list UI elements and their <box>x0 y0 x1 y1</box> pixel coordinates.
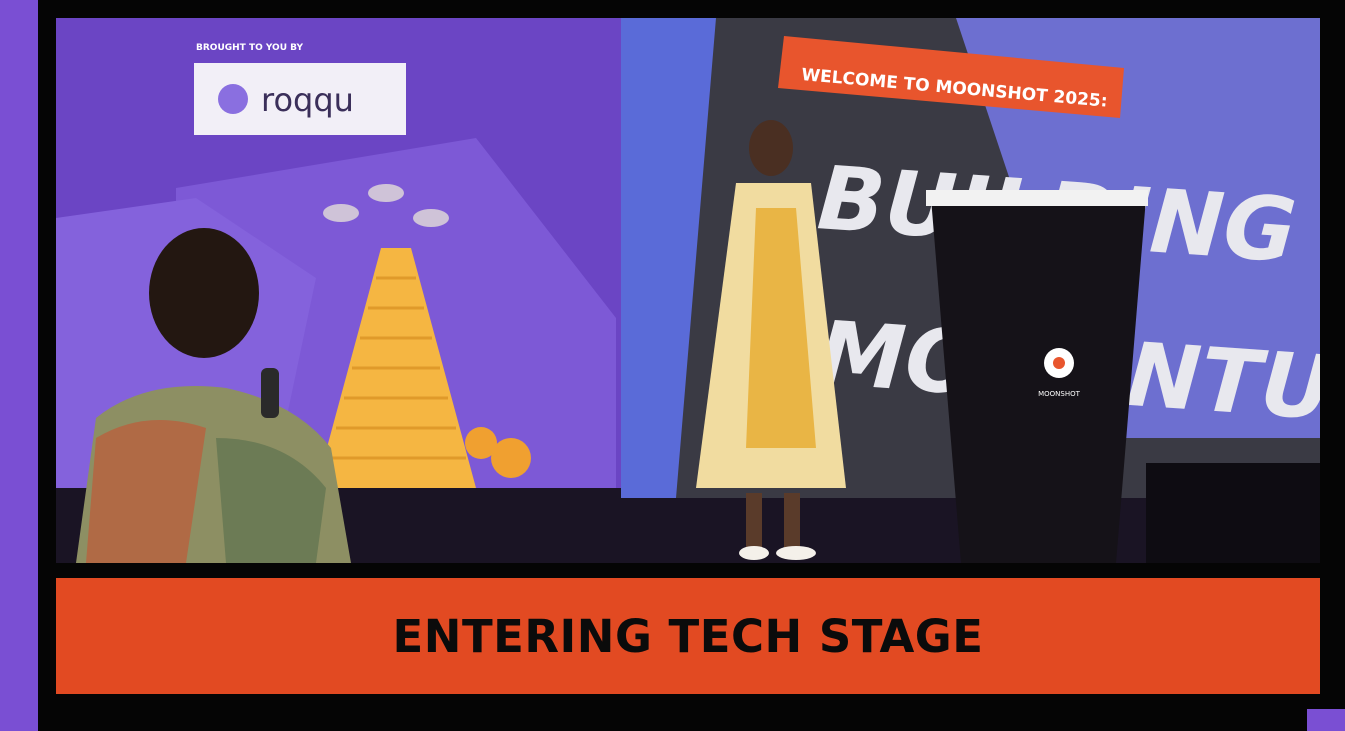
svg-text:MOONSHOT: MOONSHOT <box>1038 390 1081 398</box>
svg-text:roqqu: roqqu <box>261 81 354 119</box>
svg-text:BROUGHT TO YOU BY: BROUGHT TO YOU BY <box>196 43 304 53</box>
banner: ENTERING TECH STAGE <box>56 578 1320 694</box>
purple-corner-notch <box>1307 709 1345 731</box>
banner-title: ENTERING TECH STAGE <box>392 609 984 663</box>
purple-border-left <box>0 0 38 731</box>
stage-photo: BROUGHT TO YOU BY roqqu WELCOME TO MOONS… <box>56 18 1320 563</box>
podium <box>931 198 1146 563</box>
